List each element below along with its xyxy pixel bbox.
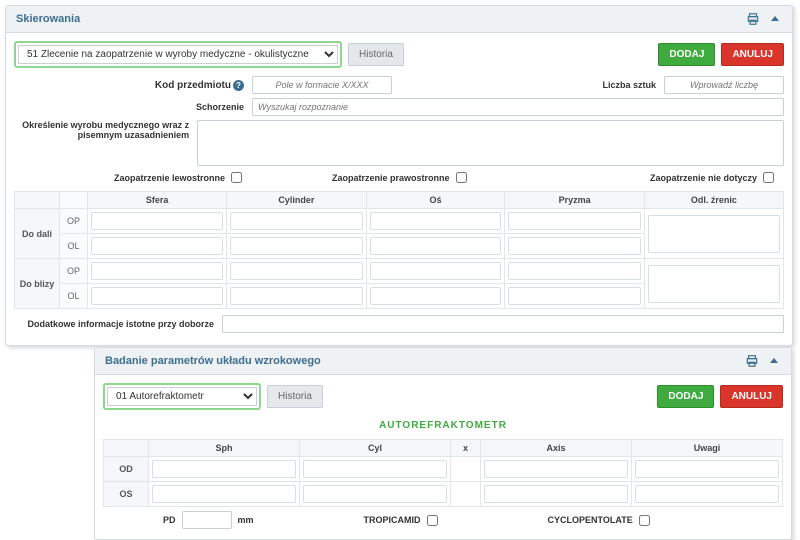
help-icon[interactable]: ?: [233, 80, 244, 91]
kod-input[interactable]: [252, 76, 392, 94]
cell-input[interactable]: [91, 237, 223, 255]
liczba-input[interactable]: [664, 76, 784, 94]
pd-unit: mm: [238, 515, 254, 525]
cell-input[interactable]: [508, 237, 640, 255]
col-axis: Axis: [481, 440, 632, 457]
cell-input[interactable]: [303, 460, 447, 478]
print-icon[interactable]: [746, 12, 760, 26]
col-cyl: Cyl: [300, 440, 451, 457]
cell-input[interactable]: [230, 212, 362, 230]
panel-header: Skierowania: [6, 6, 792, 33]
cell-input[interactable]: [508, 262, 640, 280]
pd-input[interactable]: [182, 511, 232, 529]
vision-params-panel: Badanie parametrów układu wzrokowego 01 …: [94, 347, 792, 540]
chk-cyclo[interactable]: [639, 515, 650, 526]
cyclo-label: CYCLOPENTOLATE: [548, 515, 633, 525]
cell-input[interactable]: [508, 287, 640, 305]
col-uwagi: Uwagi: [632, 440, 783, 457]
pd-label: PD: [163, 515, 176, 525]
cell-input[interactable]: [91, 212, 223, 230]
cell-input[interactable]: [152, 460, 296, 478]
cell-input[interactable]: [370, 262, 502, 280]
schorzenie-input[interactable]: [252, 98, 784, 116]
chk-tropi[interactable]: [427, 515, 438, 526]
print-icon[interactable]: [745, 354, 759, 368]
okreslenie-label: Określenie wyrobu medycznego wraz z pise…: [14, 120, 189, 140]
cancel-button[interactable]: ANULUJ: [720, 385, 783, 408]
cell-input[interactable]: [635, 460, 779, 478]
col-x: x: [451, 440, 481, 457]
device-select-wrap: 01 Autorefraktometr: [103, 383, 261, 410]
add-button[interactable]: DODAJ: [658, 43, 715, 66]
device-title: AUTOREFRAKTOMETR: [103, 418, 783, 435]
cell-input[interactable]: [484, 460, 628, 478]
collapse-icon[interactable]: [767, 354, 781, 368]
kod-label: Kod przedmiotu?: [14, 80, 244, 91]
cell-input[interactable]: [484, 485, 628, 503]
cell-input[interactable]: [648, 215, 780, 253]
col-cylinder: Cylinder: [227, 192, 366, 209]
cancel-button[interactable]: ANULUJ: [721, 43, 784, 66]
chk-prawo[interactable]: [456, 172, 467, 183]
chk-nie[interactable]: [763, 172, 774, 183]
cell-input[interactable]: [370, 212, 502, 230]
collapse-icon[interactable]: [768, 12, 782, 26]
dodatkowe-input[interactable]: [222, 315, 784, 333]
cell-input[interactable]: [152, 485, 296, 503]
device-select[interactable]: 01 Autorefraktometr: [107, 387, 257, 406]
cell-input[interactable]: [635, 485, 779, 503]
schorzenie-label: Schorzenie: [14, 102, 244, 112]
dodatkowe-label: Dodatkowe informacje istotne przy doborz…: [14, 319, 214, 329]
cell-input[interactable]: [230, 287, 362, 305]
cell-input[interactable]: [91, 262, 223, 280]
panel2-header: Badanie parametrów układu wzrokowego: [95, 348, 791, 375]
type-select-wrap: 51 Zlecenie na zaopatrzenie w wyroby med…: [14, 41, 342, 68]
cell-input[interactable]: [508, 212, 640, 230]
cell-input[interactable]: [370, 237, 502, 255]
panel-title: Skierowania: [16, 13, 80, 25]
cell-input[interactable]: [648, 265, 780, 303]
cell-input[interactable]: [230, 237, 362, 255]
referral-type-select[interactable]: 51 Zlecenie na zaopatrzenie w wyroby med…: [18, 45, 338, 64]
liczba-label: Liczba sztuk: [536, 80, 656, 90]
col-pryzma: Pryzma: [505, 192, 644, 209]
chk-lewo[interactable]: [231, 172, 242, 183]
chk-prawo-label: Zaopatrzenie prawostronne: [332, 173, 450, 183]
cell-input[interactable]: [370, 287, 502, 305]
history-button[interactable]: Historia: [267, 385, 323, 408]
history-button[interactable]: Historia: [348, 43, 404, 66]
chk-nie-label: Zaopatrzenie nie dotyczy: [650, 173, 757, 183]
lens-grid: Sfera Cylinder Oś Pryzma Odl. źrenic Do …: [14, 191, 784, 309]
cell-input[interactable]: [91, 287, 223, 305]
col-sph: Sph: [149, 440, 300, 457]
add-button[interactable]: DODAJ: [657, 385, 714, 408]
autorefr-grid: Sph Cyl x Axis Uwagi OD OS: [103, 439, 783, 507]
okreslenie-textarea[interactable]: [197, 120, 784, 166]
panel2-title: Badanie parametrów układu wzrokowego: [105, 355, 321, 367]
chk-lewo-label: Zaopatrzenie lewostronne: [114, 173, 225, 183]
cell-input[interactable]: [230, 262, 362, 280]
col-os: Oś: [366, 192, 505, 209]
referrals-panel: Skierowania 51 Zlecenie na zaopatrzenie …: [5, 5, 793, 346]
cell-input[interactable]: [303, 485, 447, 503]
col-odl: Odl. źrenic: [644, 192, 783, 209]
col-sfera: Sfera: [88, 192, 227, 209]
tropi-label: TROPICAMID: [364, 515, 421, 525]
